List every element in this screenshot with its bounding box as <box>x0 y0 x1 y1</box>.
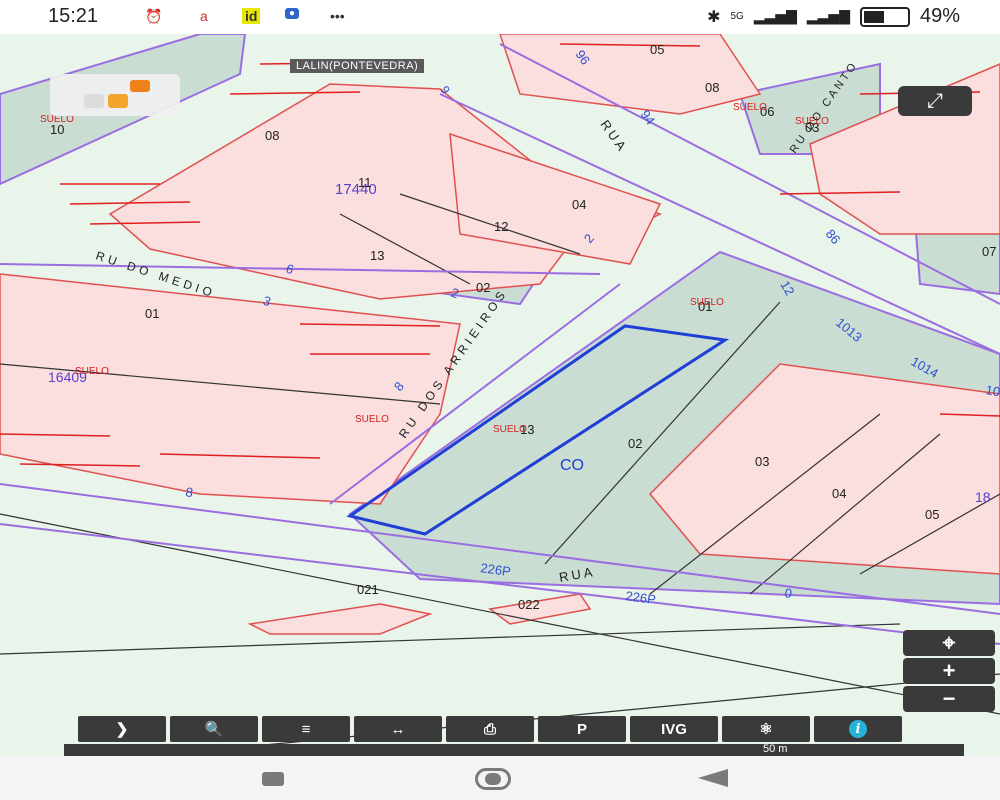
street-number: 10 <box>984 382 1000 399</box>
parcel-label: 02 <box>628 436 642 451</box>
search-button[interactable]: 🔍 <box>170 716 258 742</box>
cadastral-map[interactable]: 17440 16409 18 10 08 11 04 12 13 02 01 0… <box>0 34 1000 756</box>
recents-button[interactable] <box>262 772 284 786</box>
bluetooth-icon: ✱ <box>707 8 721 26</box>
parcel-label: 04 <box>572 197 586 212</box>
battery-level: 49% <box>919 5 960 27</box>
parcel-label: 021 <box>357 582 379 597</box>
search-icon: 🔍 <box>204 721 224 738</box>
street-number: 8 <box>184 484 194 500</box>
id-app-icon: id <box>242 8 261 24</box>
home-icon <box>485 773 501 785</box>
building-shape <box>499 34 762 115</box>
suelo-label: SUELO <box>75 366 109 377</box>
parcel-label: 08 <box>705 80 719 95</box>
suelo-label: SUELO <box>493 424 527 435</box>
battery-icon <box>859 6 910 27</box>
parking-icon: P <box>576 720 587 738</box>
print-icon: ⎙ <box>483 720 496 738</box>
parcel-label: 022 <box>518 597 540 612</box>
building-shape <box>0 273 461 505</box>
parcel-label: 12 <box>494 219 508 234</box>
parcel-label: 02 <box>476 280 490 295</box>
parcel-label: 05 <box>925 507 939 522</box>
info-button[interactable]: i <box>814 716 902 742</box>
parcel-label: 07 <box>982 244 996 259</box>
parcel-label: 04 <box>832 486 846 501</box>
zoom-in-button[interactable]: + <box>903 658 995 684</box>
parcel-label: 11 <box>358 175 372 190</box>
plus-icon: + <box>942 658 956 683</box>
info-icon: i <box>849 720 867 738</box>
street-label: RUA <box>598 117 631 155</box>
network-label: 5G <box>730 11 744 22</box>
back-button[interactable] <box>698 769 728 787</box>
street-number: 0 <box>783 585 793 601</box>
status-right: ✱ 5G ▂▃▅▇ ▂▃▅▇ 49% <box>707 5 960 28</box>
building-shape <box>488 593 592 625</box>
map-toolbar: ❯ 🔍 ≡ ↔ ⎙ P IVG ⚛ i <box>78 716 998 742</box>
ivg-button[interactable]: IVG <box>630 716 718 742</box>
crosshair-icon: ⌖ <box>942 630 956 655</box>
share-button[interactable]: ⚛ <box>722 716 810 742</box>
parcel-label: 13 <box>370 248 384 263</box>
logo-square <box>108 94 128 108</box>
alarm-icon: ⏰ <box>145 8 163 24</box>
more-notifications-icon: ••• <box>330 8 345 24</box>
parcel-label: 05 <box>650 42 664 57</box>
scale-label: 50 m <box>763 743 788 755</box>
street-number: 226P <box>625 588 657 607</box>
selection-label: CO <box>560 457 584 474</box>
map-view[interactable]: 17440 16409 18 10 08 11 04 12 13 02 01 0… <box>0 34 1000 756</box>
ivg-label: IVG <box>661 720 687 738</box>
signal-icon-2: ▂▃▅▇ <box>806 8 850 24</box>
chevron-right-icon: ❯ <box>115 721 129 738</box>
block-label: 18 <box>975 489 991 505</box>
parcel-line <box>0 623 901 655</box>
minus-icon: − <box>942 686 956 711</box>
suelo-label: SUELO <box>355 414 389 425</box>
parcel-label: 03 <box>755 454 769 469</box>
measure-distance-button[interactable]: ↔ <box>354 716 442 742</box>
zoom-out-button[interactable]: − <box>903 686 995 712</box>
building-shape <box>247 603 433 635</box>
layers-button[interactable]: ≡ <box>262 716 350 742</box>
parking-button[interactable]: P <box>538 716 626 742</box>
measure-icon: ↔ <box>390 720 406 738</box>
app-notification-icon-2: ● <box>285 8 300 19</box>
logo-square <box>84 94 104 108</box>
locate-button[interactable]: ⌖ <box>903 630 995 656</box>
app-logo <box>50 74 180 116</box>
app-notification-icon: a <box>200 8 208 24</box>
status-bar: 15:21 ⏰ a id ● ••• ✱ 5G ▂▃▅▇ ▂▃▅▇ 49% <box>0 0 1000 34</box>
suelo-label: SUELO <box>733 102 767 113</box>
status-time: 15:21 <box>48 5 99 27</box>
street-number: 86 <box>823 226 844 247</box>
town-label: LALIN(PONTEVEDRA) <box>290 59 425 73</box>
parcel-label: 08 <box>265 128 279 143</box>
layers-icon: ≡ <box>301 720 311 738</box>
print-button[interactable]: ⎙ <box>446 716 534 742</box>
signal-icon: ▂▃▅▇ <box>753 8 797 24</box>
fullscreen-icon: ⤢ <box>927 89 943 112</box>
parcel-label: 01 <box>145 306 159 321</box>
expand-menu-button[interactable]: ❯ <box>78 716 166 742</box>
suelo-label: SUELO <box>690 297 724 308</box>
fullscreen-button[interactable]: ⤢ <box>898 86 972 116</box>
scale-bar <box>64 744 964 756</box>
logo-square <box>130 80 150 92</box>
share-icon: ⚛ <box>759 721 773 738</box>
